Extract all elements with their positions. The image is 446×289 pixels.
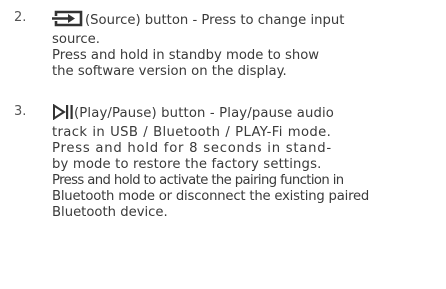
description-line: track in USB / Bluetooth / PLAY-Fi mode. (52, 125, 332, 140)
description-line: Press and hold for 8 seconds in stand- (52, 141, 332, 156)
description-line: Press and hold in standby mode to show (52, 48, 320, 63)
description-line: by mode to restore the factory settings. (52, 157, 322, 172)
play-pause-icon (52, 103, 74, 125)
item-number: 3. (14, 104, 27, 119)
description-line: Bluetooth device. (52, 205, 168, 220)
source-icon (52, 10, 85, 32)
play-pause-button-text: (Play/Pause) button - Play/pause audio (74, 106, 335, 121)
description-line: (Play/Pause) button - Play/pause audio (52, 103, 434, 125)
source-button-text: (Source) button - Press to change input (85, 13, 345, 28)
item-number: 2. (14, 10, 27, 25)
description-line: (Source) button - Press to change input (52, 10, 434, 32)
item-description: (Source) button - Press to change input … (52, 10, 434, 80)
description-line: Bluetooth mode or disconnect the existin… (52, 189, 370, 204)
description-line: source. (52, 32, 100, 47)
item-description: (Play/Pause) button - Play/pause audio t… (52, 103, 434, 221)
description-line: Press and hold to activate the pairing f… (52, 173, 344, 188)
description-line: the software version on the display. (52, 64, 287, 79)
